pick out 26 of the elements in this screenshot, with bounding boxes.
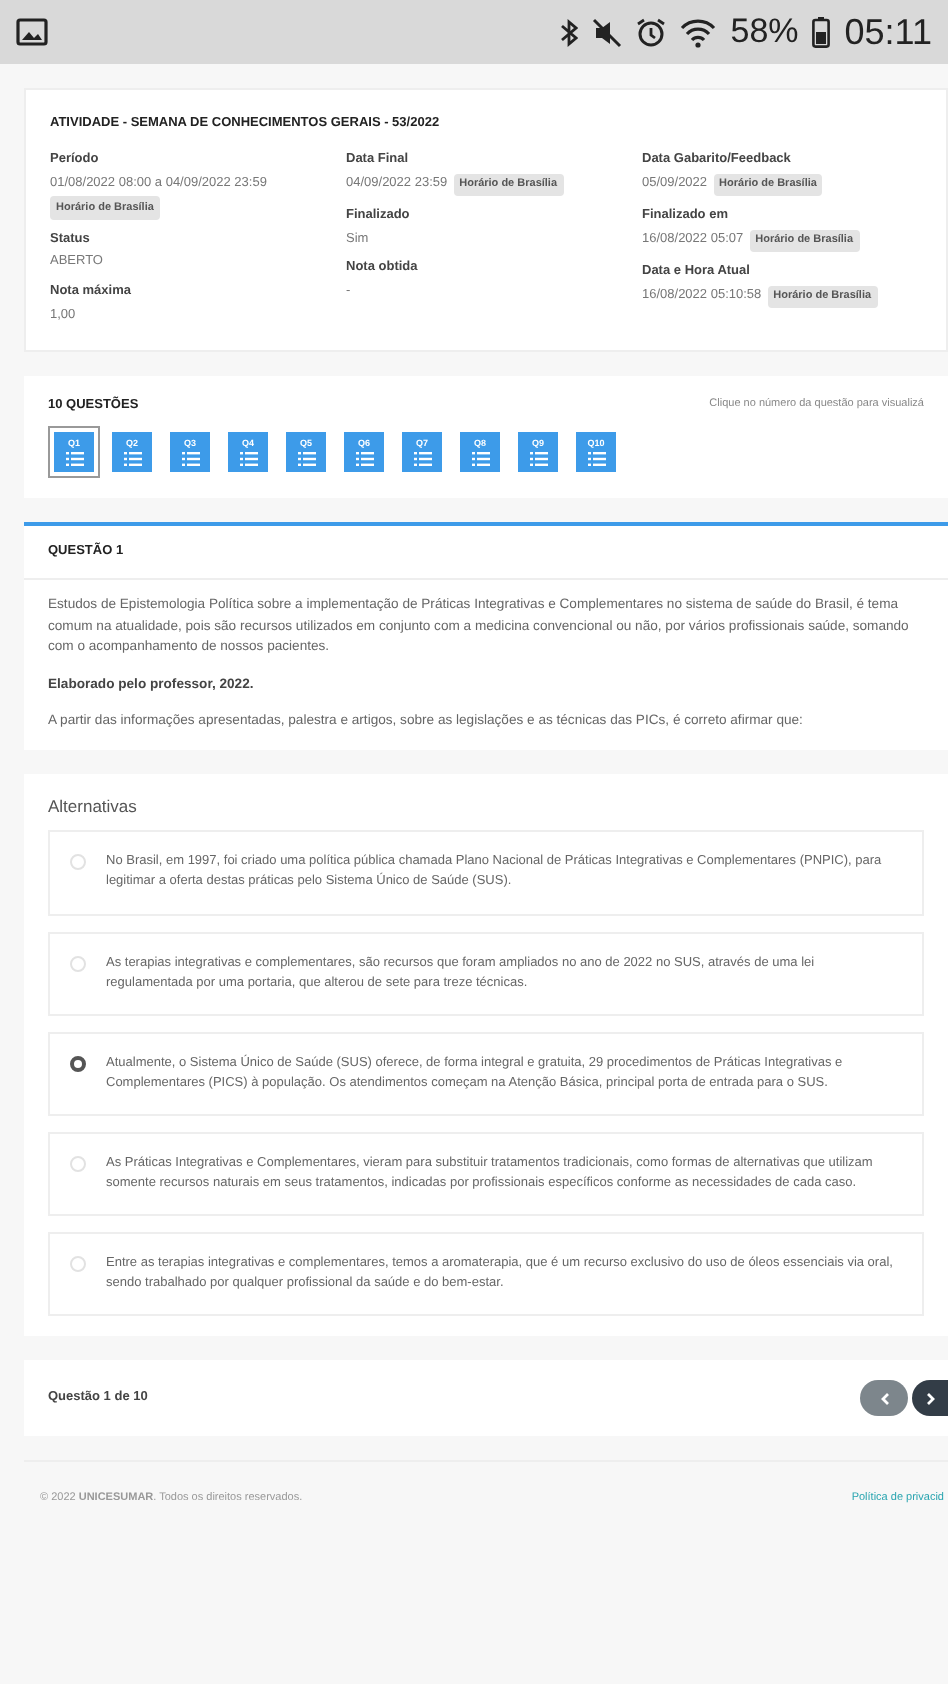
list-icon bbox=[239, 451, 257, 465]
bluetooth-icon bbox=[560, 17, 579, 47]
chevron-right-icon bbox=[925, 1391, 935, 1406]
image-icon bbox=[16, 18, 48, 46]
list-icon bbox=[123, 451, 141, 465]
mute-icon bbox=[592, 17, 623, 47]
list-icon bbox=[413, 451, 431, 465]
alternatives-heading: Alternativas bbox=[48, 793, 139, 819]
alternative-option[interactable] bbox=[48, 1231, 924, 1317]
radio-button[interactable] bbox=[70, 1055, 86, 1072]
list-icon bbox=[65, 451, 83, 465]
battery-icon bbox=[812, 16, 831, 48]
alarm-icon bbox=[636, 17, 667, 47]
next-button[interactable] bbox=[912, 1380, 948, 1417]
battery-percentage: 58% bbox=[730, 10, 799, 55]
list-icon bbox=[587, 451, 605, 465]
list-icon bbox=[471, 451, 489, 465]
alternative-option[interactable] bbox=[48, 1131, 924, 1216]
clock-time: 05:11 bbox=[844, 9, 932, 55]
alternative-option[interactable] bbox=[48, 1031, 924, 1116]
list-icon bbox=[181, 451, 199, 465]
list-icon bbox=[297, 451, 315, 465]
wifi-icon bbox=[680, 17, 717, 47]
list-icon bbox=[529, 451, 547, 465]
list-icon bbox=[355, 451, 373, 465]
chevron-left-icon bbox=[879, 1391, 889, 1406]
